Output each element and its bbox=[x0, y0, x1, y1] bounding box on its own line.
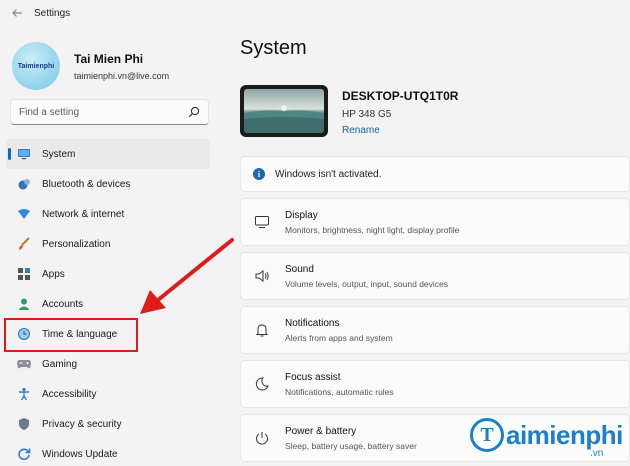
setting-title: Focus assist bbox=[285, 371, 341, 383]
back-button[interactable] bbox=[6, 3, 28, 23]
sidebar-item-label: Accessibility bbox=[42, 388, 97, 400]
sidebar-item-accounts[interactable]: Accounts bbox=[6, 289, 210, 319]
sidebar-item-label: Personalization bbox=[42, 238, 111, 250]
device-model: HP 348 G5 bbox=[342, 109, 392, 120]
info-icon: i bbox=[253, 168, 265, 180]
device-name: DESKTOP-UTQ1T0R bbox=[342, 89, 459, 103]
monitor-icon bbox=[16, 146, 32, 162]
avatar-logo: Taimienphi bbox=[17, 62, 55, 70]
user-profile[interactable]: Taimienphi Tai Mien Phi taimienphi.vn@li… bbox=[12, 42, 169, 90]
accessibility-icon bbox=[16, 386, 32, 402]
sidebar-nav: System Bluetooth & devices Network & int… bbox=[6, 139, 210, 466]
app-title: Settings bbox=[34, 7, 71, 19]
setting-title: Display bbox=[285, 209, 318, 221]
sidebar-item-gaming[interactable]: Gaming bbox=[6, 349, 210, 379]
device-image bbox=[240, 85, 328, 137]
bell-icon bbox=[253, 321, 271, 339]
sidebar-item-privacy[interactable]: Privacy & security bbox=[6, 409, 210, 439]
sidebar-item-windows-update[interactable]: Windows Update bbox=[6, 439, 210, 466]
sidebar-item-system[interactable]: System bbox=[6, 139, 210, 169]
activation-text: Windows isn't activated. bbox=[275, 168, 382, 180]
power-icon bbox=[253, 429, 271, 447]
moon-icon bbox=[253, 375, 271, 393]
setting-sound[interactable]: Sound Volume levels, output, input, soun… bbox=[240, 252, 630, 300]
avatar: Taimienphi bbox=[12, 42, 60, 90]
watermark-mark: T bbox=[470, 418, 504, 452]
brush-icon bbox=[16, 236, 32, 252]
highlight-box bbox=[4, 318, 138, 352]
apps-icon bbox=[16, 266, 32, 282]
bluetooth-icon bbox=[16, 176, 32, 192]
sidebar-item-label: Privacy & security bbox=[42, 418, 122, 430]
search-icon bbox=[188, 106, 200, 118]
sidebar-item-label: Bluetooth & devices bbox=[42, 178, 131, 190]
setting-title: Notifications bbox=[285, 317, 340, 329]
setting-description: Notifications, automatic rules bbox=[285, 386, 394, 397]
profile-name: Tai Mien Phi bbox=[74, 51, 144, 66]
setting-description: Monitors, brightness, night light, displ… bbox=[285, 224, 460, 235]
setting-notifications[interactable]: Notifications Alerts from apps and syste… bbox=[240, 306, 630, 354]
sidebar-item-accessibility[interactable]: Accessibility bbox=[6, 379, 210, 409]
setting-title: Power & battery bbox=[285, 425, 357, 437]
setting-description: Sleep, battery usage, battery saver bbox=[285, 440, 417, 451]
activation-notice[interactable]: i Windows isn't activated. bbox=[240, 156, 630, 192]
shield-icon bbox=[16, 416, 32, 432]
speaker-icon bbox=[253, 267, 271, 285]
setting-focus-assist[interactable]: Focus assist Notifications, automatic ru… bbox=[240, 360, 630, 408]
gamepad-icon bbox=[16, 356, 32, 372]
search-input[interactable] bbox=[19, 106, 188, 118]
sidebar-item-label: Apps bbox=[42, 268, 65, 280]
setting-description: Alerts from apps and system bbox=[285, 332, 393, 343]
wifi-icon bbox=[16, 206, 32, 222]
sidebar-item-network[interactable]: Network & internet bbox=[6, 199, 210, 229]
search-box[interactable] bbox=[10, 99, 209, 125]
sidebar-item-label: Gaming bbox=[42, 358, 78, 370]
sidebar-item-bluetooth[interactable]: Bluetooth & devices bbox=[6, 169, 210, 199]
main-content: System DESKTOP-UTQ1T0R HP 348 G5 Rename … bbox=[220, 0, 630, 466]
sidebar-item-label: Accounts bbox=[42, 298, 84, 310]
setting-display[interactable]: Display Monitors, brightness, night ligh… bbox=[240, 198, 630, 246]
sidebar-item-label: Network & internet bbox=[42, 208, 125, 220]
sidebar-item-apps[interactable]: Apps bbox=[6, 259, 210, 289]
watermark-suffix: .vn bbox=[590, 448, 604, 459]
setting-description: Volume levels, output, input, sound devi… bbox=[285, 278, 449, 289]
setting-title: Sound bbox=[285, 263, 314, 275]
person-icon bbox=[16, 296, 32, 312]
profile-email: taimienphi.vn@live.com bbox=[74, 70, 170, 81]
device-info: DESKTOP-UTQ1T0R HP 348 G5 Rename bbox=[240, 85, 458, 137]
sidebar-item-personalization[interactable]: Personalization bbox=[6, 229, 210, 259]
watermark-text: aimienphi bbox=[506, 419, 623, 450]
rename-link[interactable]: Rename bbox=[342, 125, 458, 136]
sidebar-item-label: System bbox=[42, 148, 76, 160]
update-icon bbox=[16, 446, 32, 462]
page-title: System bbox=[240, 37, 307, 59]
display-icon bbox=[253, 213, 271, 231]
back-arrow-icon bbox=[12, 9, 22, 17]
sidebar-item-label: Windows Update bbox=[42, 448, 118, 460]
watermark-logo: T aimienphi .vn bbox=[470, 418, 623, 459]
